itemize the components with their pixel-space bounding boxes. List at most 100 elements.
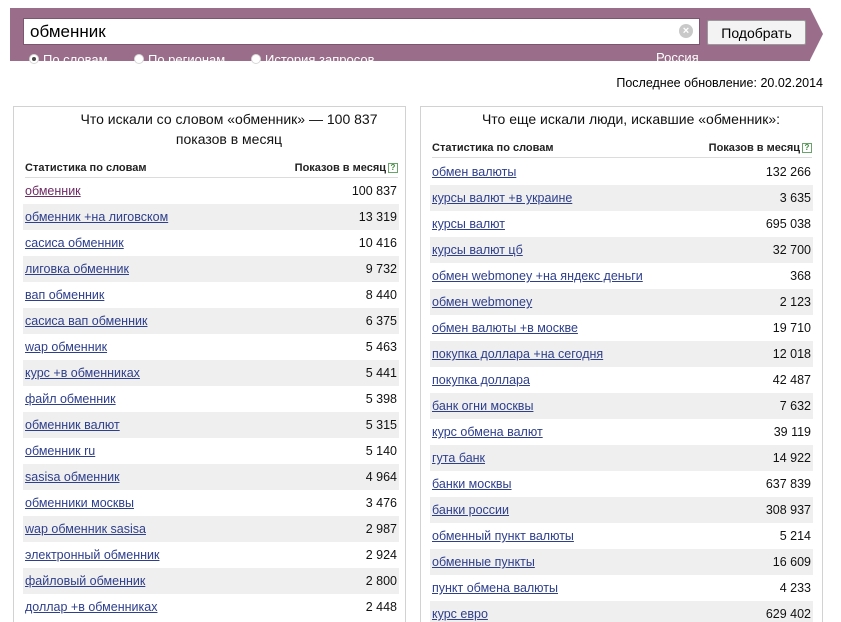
query-link[interactable]: вап обменник xyxy=(25,288,104,302)
words-table-header: Статистика по словам Показов в месяц? xyxy=(25,162,398,178)
clear-icon[interactable]: × xyxy=(679,24,693,38)
impressions-count: 12 018 xyxy=(772,347,811,361)
table-row: курсы валют 695 038 xyxy=(430,211,813,237)
query-link[interactable]: обменник валют xyxy=(25,418,120,432)
related-table-header: Статистика по словам Показов в месяц? xyxy=(432,142,812,158)
query-link[interactable]: курс обмена валют xyxy=(432,425,543,439)
query-link[interactable]: банки россии xyxy=(432,503,509,517)
table-row: курсы валют цб 32 700 xyxy=(430,237,813,263)
impressions-count: 5 140 xyxy=(365,444,397,458)
impressions-count: 8 440 xyxy=(365,288,397,302)
table-row: банк огни москвы 7 632 xyxy=(430,393,813,419)
impressions-count: 2 123 xyxy=(779,295,811,309)
query-link[interactable]: обменник ru xyxy=(25,444,95,458)
query-link[interactable]: электронный обменник xyxy=(25,548,159,562)
query-link[interactable]: обмен webmoney xyxy=(432,295,532,309)
query-link[interactable]: пункт обмена валюты xyxy=(432,581,558,595)
table-row: курс евро 629 402 xyxy=(430,601,813,622)
table-row: файловый обменник 2 800 xyxy=(23,568,399,594)
table-row: гута банк 14 922 xyxy=(430,445,813,471)
impressions-count: 5 463 xyxy=(365,340,397,354)
impressions-count: 637 839 xyxy=(765,477,811,491)
query-link[interactable]: sasisa обменник xyxy=(25,470,120,484)
query-link[interactable]: обмен webmoney +на яндекс деньги xyxy=(432,269,643,283)
impressions-count: 10 416 xyxy=(358,236,397,250)
last-update-text: Последнее обновление: 20.02.2014 xyxy=(616,76,823,90)
query-link[interactable]: сасиса вап обменник xyxy=(25,314,147,328)
table-row: обмен валюты 132 266 xyxy=(430,159,813,185)
table-row: wap обменник 5 463 xyxy=(23,334,399,360)
impressions-count: 308 937 xyxy=(765,503,811,517)
query-link[interactable]: покупка доллара xyxy=(432,373,530,387)
query-link[interactable]: файловый обменник xyxy=(25,574,145,588)
region-link[interactable]: Россия xyxy=(656,50,699,65)
impressions-count: 5 398 xyxy=(365,392,397,406)
query-link[interactable]: гута банк xyxy=(432,451,485,465)
radio-by-regions-label: По регионам xyxy=(148,51,226,67)
query-link[interactable]: курс +в обменниках xyxy=(25,366,140,380)
table-row: обменник валют 5 315 xyxy=(23,412,399,438)
query-link[interactable]: обмен валюты +в москве xyxy=(432,321,578,335)
query-link[interactable]: доллар +в обменниках xyxy=(25,600,157,614)
query-link[interactable]: wap обменник xyxy=(25,340,107,354)
query-link[interactable]: курсы валют +в украине xyxy=(432,191,572,205)
help-icon[interactable]: ? xyxy=(388,163,398,173)
query-link[interactable]: обменники москвы xyxy=(25,496,134,510)
radio-query-history[interactable]: История запросов xyxy=(251,51,375,67)
impressions-count: 629 402 xyxy=(765,607,811,621)
radio-unselected-icon xyxy=(134,54,144,64)
query-link[interactable]: wap обменник sasisa xyxy=(25,522,146,536)
impressions-count: 132 266 xyxy=(765,165,811,179)
impressions-count: 4 233 xyxy=(779,581,811,595)
query-link[interactable]: курсы валют xyxy=(432,217,505,231)
query-link[interactable]: обмен валюты xyxy=(432,165,516,179)
table-row: сасиса обменник 10 416 xyxy=(23,230,399,256)
words-col-impressions: Показов в месяц? xyxy=(295,162,398,174)
query-link[interactable]: обменный пункт валюты xyxy=(432,529,574,543)
help-icon[interactable]: ? xyxy=(802,143,812,153)
impressions-count: 2 924 xyxy=(365,548,397,562)
impressions-count: 9 732 xyxy=(365,262,397,276)
words-table-rows: обменник 100 837 обменник +на лиговском 13 … xyxy=(23,178,399,620)
impressions-count: 3 635 xyxy=(779,191,811,205)
words-panel-title: Что искали со словом «обменник» — 100 83… xyxy=(80,111,378,147)
impressions-count: 19 710 xyxy=(772,321,811,335)
table-row: обменный пункт валюты 5 214 xyxy=(430,523,813,549)
search-submit-button[interactable]: Подобрать xyxy=(707,20,806,45)
query-link[interactable]: обменник +на лиговском xyxy=(25,210,168,224)
table-row: сасиса вап обменник 6 375 xyxy=(23,308,399,334)
radio-query-history-label: История запросов xyxy=(265,51,375,67)
related-table-rows: обмен валюты 132 266 курсы валют +в украин… xyxy=(430,159,813,622)
query-link[interactable]: покупка доллара +на сегодня xyxy=(432,347,603,361)
impressions-count: 6 375 xyxy=(365,314,397,328)
search-input[interactable] xyxy=(23,18,700,45)
query-link[interactable]: банки москвы xyxy=(432,477,512,491)
query-link[interactable]: курсы валют цб xyxy=(432,243,523,257)
query-link[interactable]: лиговка обменник xyxy=(25,262,129,276)
table-row: обменник ru 5 140 xyxy=(23,438,399,464)
query-link[interactable]: обменник xyxy=(25,184,81,198)
words-col-impressions-label: Показов в месяц xyxy=(294,162,386,174)
query-link[interactable]: банк огни москвы xyxy=(432,399,533,413)
radio-by-words[interactable]: По словам xyxy=(29,51,134,67)
table-row: курс +в обменниках 5 441 xyxy=(23,360,399,386)
table-row: обмен webmoney 2 123 xyxy=(430,289,813,315)
impressions-count: 16 609 xyxy=(772,555,811,569)
table-row: файл обменник 5 398 xyxy=(23,386,399,412)
impressions-count: 2 800 xyxy=(365,574,397,588)
impressions-count: 39 119 xyxy=(773,425,811,439)
query-link[interactable]: сасиса обменник xyxy=(25,236,124,250)
impressions-count: 4 964 xyxy=(365,470,397,484)
query-link[interactable]: файл обменник xyxy=(25,392,116,406)
table-row: пункт обмена валюты 4 233 xyxy=(430,575,813,601)
table-row: электронный обменник 2 924 xyxy=(23,542,399,568)
impressions-count: 2 448 xyxy=(365,600,397,614)
table-row: лиговка обменник 9 732 xyxy=(23,256,399,282)
table-row: покупка доллара 42 487 xyxy=(430,367,813,393)
impressions-count: 3 476 xyxy=(365,496,397,510)
table-row: доллар +в обменниках 2 448 xyxy=(23,594,399,620)
radio-by-regions[interactable]: По регионам xyxy=(134,51,251,67)
impressions-count: 42 487 xyxy=(772,373,811,387)
query-link[interactable]: курс евро xyxy=(432,607,488,621)
query-link[interactable]: обменные пункты xyxy=(432,555,535,569)
